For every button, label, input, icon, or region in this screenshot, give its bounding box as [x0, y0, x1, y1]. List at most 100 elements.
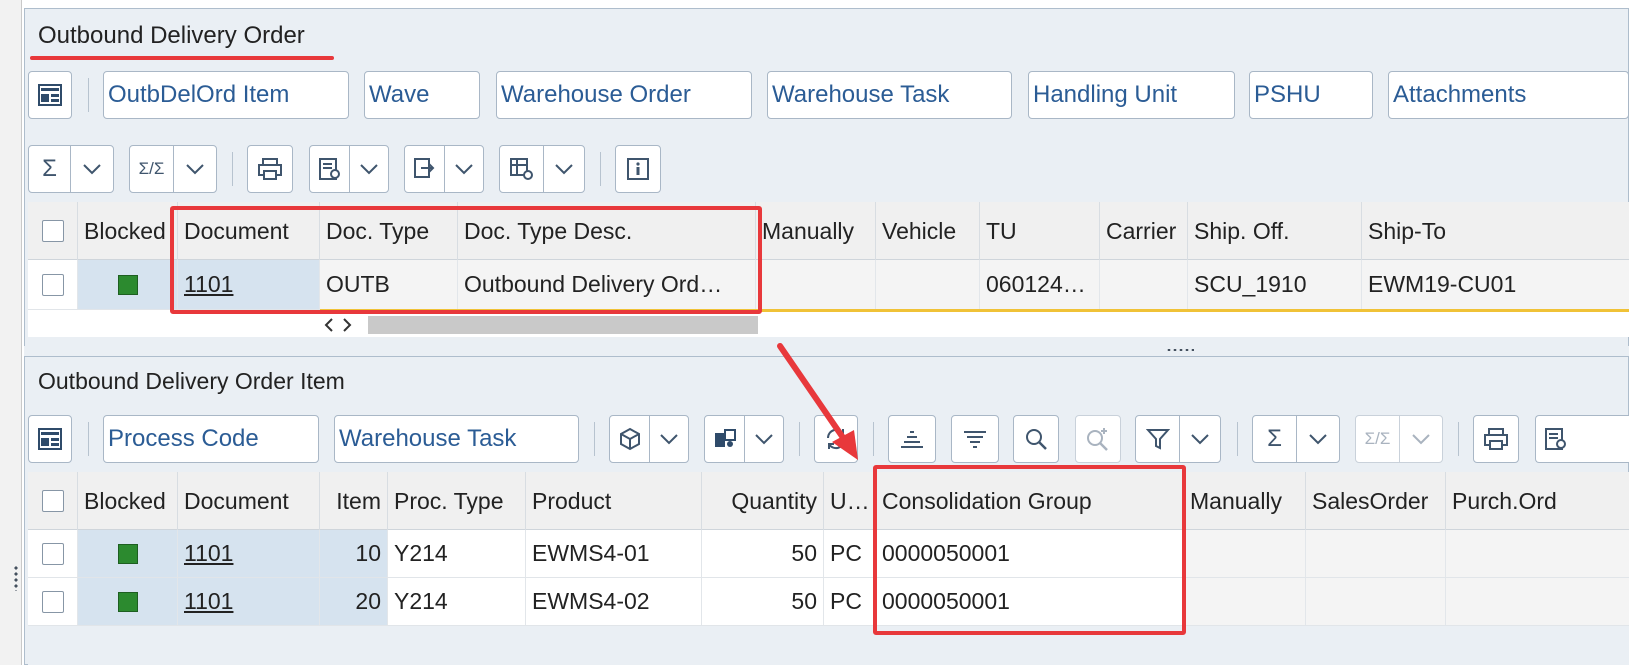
filter-icon	[1145, 429, 1170, 450]
manually-cell	[1184, 578, 1306, 625]
table-row[interactable]: 1101 10 Y214 EWMS4-01 50 PC 0000050001	[28, 530, 1629, 578]
print-preview-menu-button[interactable]	[1535, 415, 1629, 463]
blocked-status-cell	[78, 260, 178, 309]
column-header-item[interactable]: Item	[320, 472, 388, 530]
find-button[interactable]	[1013, 415, 1059, 463]
subtotal-menu-button[interactable]: Σ/Σ	[1355, 415, 1443, 463]
table-settings-icon	[509, 158, 533, 180]
scroll-left-icon[interactable]	[324, 318, 334, 332]
layout-toggle-button[interactable]	[28, 71, 72, 119]
column-header-product[interactable]: Product	[526, 472, 702, 530]
document-link[interactable]: 1101	[184, 540, 233, 567]
document-cell[interactable]: 1101	[178, 530, 320, 577]
tab-process-code[interactable]: Process Code	[103, 415, 319, 463]
view-list-icon	[318, 158, 340, 180]
column-header-salesorder[interactable]: SalesOrder	[1306, 472, 1446, 530]
print-button[interactable]	[1473, 415, 1519, 463]
product-menu-button[interactable]	[609, 415, 689, 463]
column-header-blocked[interactable]: Blocked	[78, 472, 178, 530]
tab-warehouse-task[interactable]: Warehouse Task	[767, 71, 1012, 119]
proc-type-cell: Y214	[388, 578, 526, 625]
printer-icon	[258, 158, 282, 180]
puzzle-icon	[714, 429, 736, 447]
sum-menu-button[interactable]: Σ	[28, 145, 114, 193]
sum-icon: Σ	[29, 146, 71, 192]
row-select-cell	[28, 530, 78, 577]
export-menu-button[interactable]	[404, 145, 484, 193]
layout-icon	[38, 428, 62, 450]
horizontal-scrollbar[interactable]	[318, 314, 758, 336]
salesorder-cell	[1306, 530, 1446, 577]
side-resize-grip[interactable]	[13, 565, 19, 591]
print-preview-menu-button[interactable]	[309, 145, 389, 193]
table-row[interactable]: 1101 20 Y214 EWMS4-02 50 PC 0000050001	[28, 578, 1629, 626]
chevron-down-icon	[1412, 434, 1430, 445]
column-header-blocked[interactable]: Blocked	[78, 202, 178, 260]
filter-menu-button[interactable]	[1135, 415, 1221, 463]
toolbar-separator	[88, 78, 89, 112]
splitter-grip[interactable]	[1166, 348, 1194, 352]
vehicle-cell	[876, 260, 980, 309]
select-all-cell	[28, 472, 78, 530]
layout-settings-menu-button[interactable]	[499, 145, 585, 193]
column-header-vehicle[interactable]: Vehicle	[876, 202, 980, 260]
tab-warehouse-task[interactable]: Warehouse Task	[334, 415, 579, 463]
panel-title: Outbound Delivery Order	[38, 22, 305, 49]
sum-menu-button[interactable]: Σ	[1252, 415, 1340, 463]
chevron-down-icon	[555, 164, 573, 175]
select-all-checkbox[interactable]	[41, 220, 64, 242]
toolbar-separator	[594, 422, 595, 456]
row-checkbox[interactable]	[41, 590, 64, 613]
sum-icon: Σ	[1253, 416, 1297, 462]
toolbar-separator	[873, 422, 874, 456]
column-header-purch-ord[interactable]: Purch.Ord	[1446, 472, 1629, 530]
manually-cell	[756, 260, 876, 309]
select-all-checkbox[interactable]	[41, 490, 64, 512]
row-checkbox[interactable]	[41, 542, 64, 565]
column-header-tu[interactable]: TU	[980, 202, 1100, 260]
tab-handling-unit[interactable]: Handling Unit	[1028, 71, 1235, 119]
layout-toggle-button[interactable]	[28, 415, 72, 463]
column-header-carrier[interactable]: Carrier	[1100, 202, 1188, 260]
print-button[interactable]	[247, 145, 293, 193]
subtotal-menu-button[interactable]: Σ/Σ	[129, 145, 217, 193]
outbound-delivery-order-item-table: Blocked Document Item Proc. Type Product…	[28, 472, 1629, 665]
column-header-ship-to[interactable]: Ship-To	[1362, 202, 1629, 260]
status-green-icon	[117, 591, 138, 612]
product-cell: EWMS4-02	[526, 578, 702, 625]
find-next-button[interactable]	[1075, 415, 1121, 463]
blocked-status-cell	[78, 578, 178, 625]
details-button[interactable]	[615, 145, 661, 193]
column-header-unit[interactable]: U…	[824, 472, 876, 530]
row-checkbox[interactable]	[41, 273, 64, 296]
column-header-proc-type[interactable]: Proc. Type	[388, 472, 526, 530]
column-header-manually[interactable]: Manually	[1184, 472, 1306, 530]
printer-icon	[1484, 428, 1508, 450]
row-select-cell	[28, 260, 78, 309]
sort-descending-button[interactable]	[951, 415, 999, 463]
scrollbar-thumb[interactable]	[368, 316, 758, 334]
document-cell[interactable]: 1101	[178, 578, 320, 625]
column-header-document[interactable]: Document	[178, 472, 320, 530]
tab-outbdelord-item[interactable]: OutbDelOrd Item	[103, 71, 349, 119]
column-header-manually[interactable]: Manually	[756, 202, 876, 260]
scroll-right-icon[interactable]	[342, 318, 352, 332]
toolbar-separator	[232, 152, 233, 186]
tab-wave[interactable]: Wave	[364, 71, 480, 119]
status-green-icon	[117, 543, 138, 564]
tab-attachments[interactable]: Attachments	[1388, 71, 1629, 119]
column-header-ship-off[interactable]: Ship. Off.	[1188, 202, 1362, 260]
sort-ascending-button[interactable]	[888, 415, 936, 463]
column-header-quantity[interactable]: Quantity	[702, 472, 824, 530]
chevron-down-icon	[360, 164, 378, 175]
purch-ord-cell	[1446, 578, 1629, 625]
panel-title: Outbound Delivery Order Item	[38, 368, 345, 394]
toolbar-separator	[600, 152, 601, 186]
status-green-icon	[117, 274, 138, 295]
toolbar-separator	[88, 422, 89, 456]
tab-warehouse-order[interactable]: Warehouse Order	[496, 71, 752, 119]
chevron-down-icon	[83, 164, 101, 175]
chevron-down-icon	[1309, 434, 1327, 445]
document-link[interactable]: 1101	[184, 588, 233, 615]
tab-pshu[interactable]: PSHU	[1249, 71, 1373, 119]
